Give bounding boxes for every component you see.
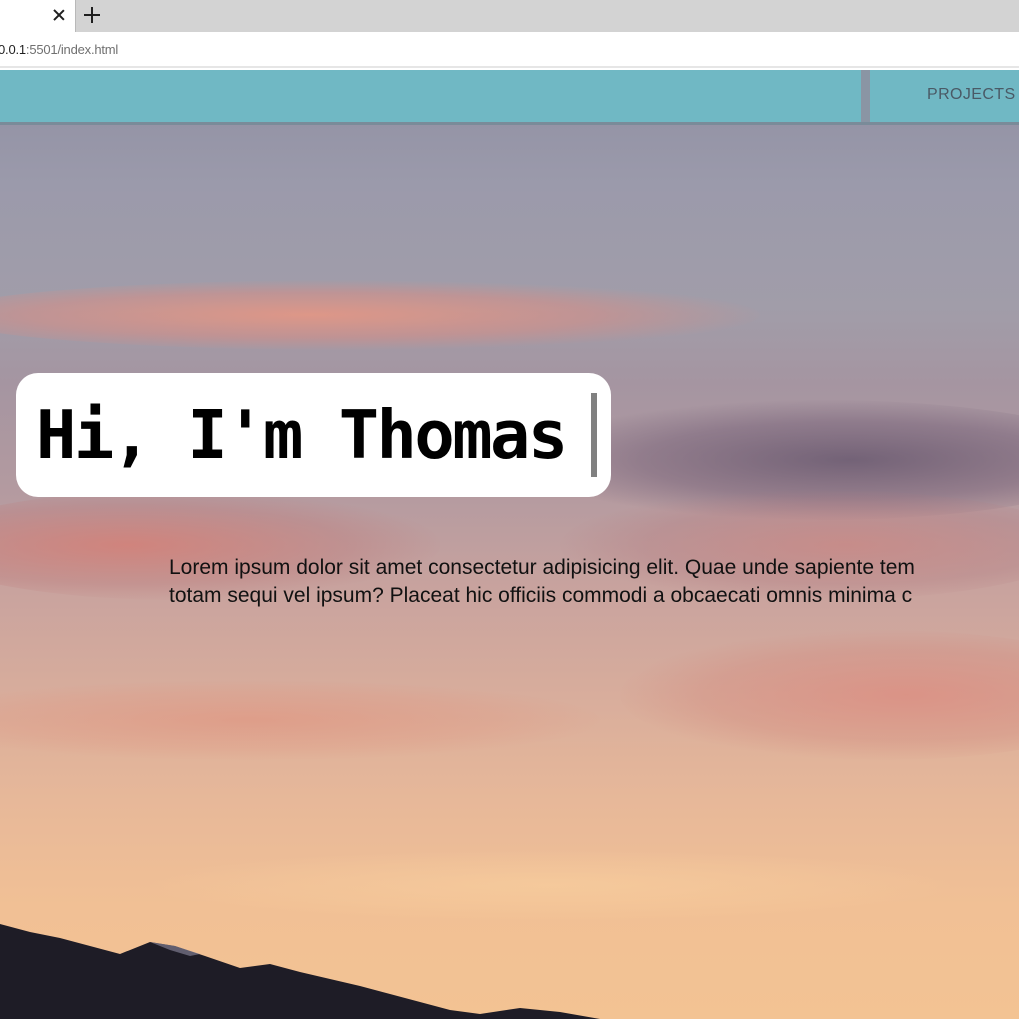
plus-icon[interactable] xyxy=(84,7,100,23)
hero-card: Hi, I'm Thomas xyxy=(16,373,611,497)
intro-line-2: totam sequi vel ipsum? Placeat hic offic… xyxy=(169,584,913,607)
nav-link-projects[interactable]: PROJECTS xyxy=(927,86,1016,104)
mountain-silhouette xyxy=(0,924,600,1019)
hero-title: Hi, I'm Thomas xyxy=(36,396,568,474)
close-icon[interactable] xyxy=(52,8,65,22)
page-viewport: PROJECTS Hi, I'm Thomas Lorem ipsum dolo… xyxy=(0,70,1019,1019)
url-field[interactable]: 0.0.1:5501/index.html xyxy=(0,42,118,58)
nav-divider xyxy=(861,70,870,122)
navbar: PROJECTS xyxy=(0,70,1019,125)
browser-tab[interactable] xyxy=(0,0,76,32)
intro-paragraph: Lorem ipsum dolor sit amet consectetur a… xyxy=(169,554,1019,610)
intro-line-1: Lorem ipsum dolor sit amet consectetur a… xyxy=(169,556,915,579)
url-host: 0.0.1 xyxy=(0,42,26,57)
typing-cursor xyxy=(591,393,597,477)
url-path: :5501/index.html xyxy=(25,42,119,57)
address-bar[interactable]: 0.0.1:5501/index.html xyxy=(0,32,1019,68)
browser-tab-strip xyxy=(0,0,1019,32)
